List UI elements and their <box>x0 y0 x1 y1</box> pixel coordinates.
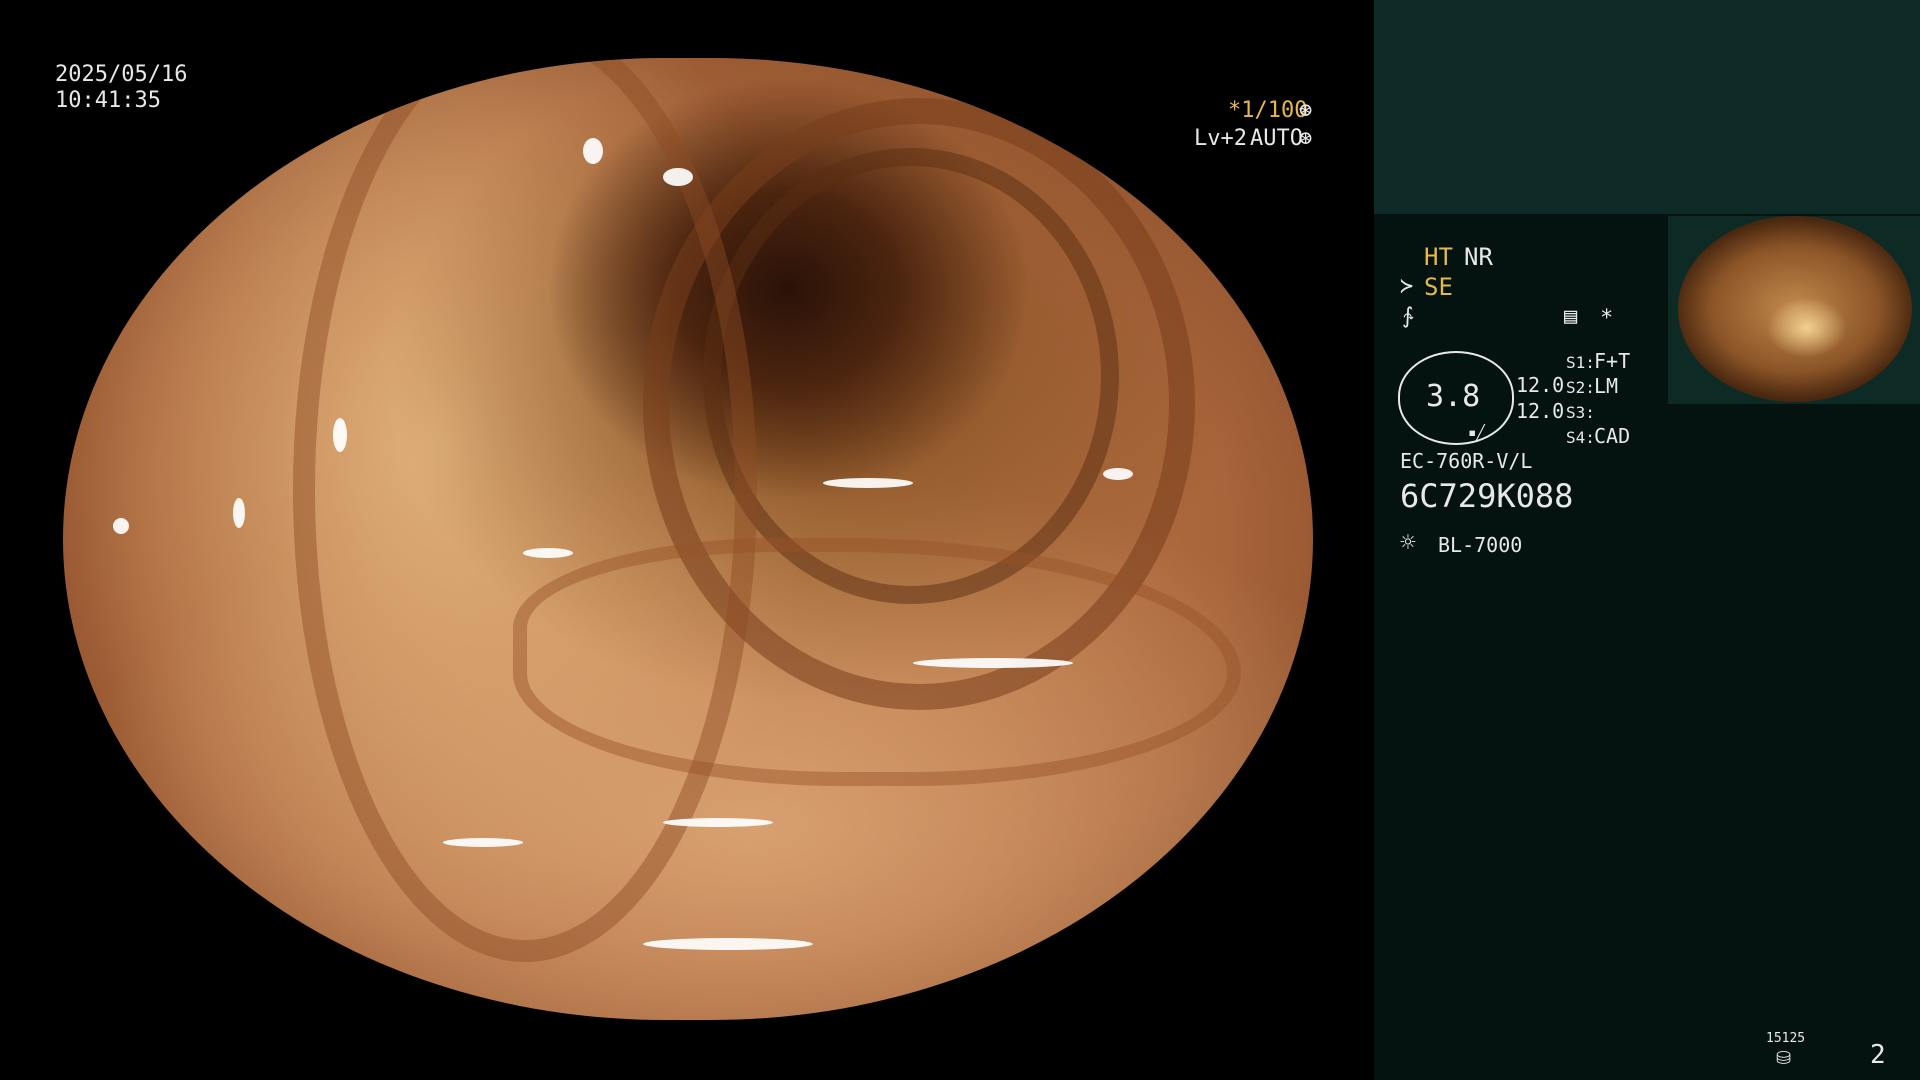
counter-label: 15125 <box>1766 1031 1806 1046</box>
panel-header <box>1374 0 1920 214</box>
scope-serial: 6C729K088 <box>1400 477 1574 515</box>
enhancement-icon: ≻ <box>1400 274 1414 299</box>
specular-highlight <box>663 168 693 186</box>
gauge-value: 3.8 <box>1426 379 1481 414</box>
s4-value: CAD <box>1594 424 1631 448</box>
value-1: 12.0 <box>1516 373 1565 397</box>
specular-highlight <box>1103 468 1133 480</box>
sun-icon: ☼ <box>1400 528 1416 558</box>
specular-highlight <box>333 418 347 452</box>
specular-highlight <box>913 658 1073 668</box>
time-label: 10:41:35 <box>55 88 161 113</box>
s2-key: S2: <box>1566 378 1595 397</box>
light-source: BL-7000 <box>1438 533 1523 557</box>
se-label: SE <box>1424 273 1453 301</box>
specular-highlight <box>523 548 573 558</box>
level-label: Lv+2 <box>1194 126 1247 151</box>
thumbnail-image <box>1678 216 1912 402</box>
nr-label: NR <box>1464 243 1493 271</box>
specular-highlight <box>663 818 773 827</box>
auto-label: AUTO <box>1250 126 1303 151</box>
ht-label: HT <box>1424 243 1453 271</box>
specular-highlight <box>823 478 913 488</box>
date-label: 2025/05/16 <box>55 62 188 87</box>
capture-thumbnail[interactable] <box>1668 216 1920 404</box>
s1-value: F+T <box>1594 349 1631 373</box>
specular-highlight <box>583 138 603 164</box>
shutter-label: *1/100 <box>1228 98 1308 123</box>
value-2: 12.0 <box>1516 399 1565 423</box>
gauge-needle-icon: ▪╱ <box>1468 425 1485 441</box>
aperture-icon: ⊛ <box>1299 126 1313 151</box>
image-adjust-icon: ▤ <box>1564 304 1578 329</box>
specular-highlight <box>643 938 813 950</box>
disk-icon: ⛁ <box>1776 1048 1792 1069</box>
page-number: 2 <box>1870 1040 1886 1070</box>
aperture-icon: ⊛ <box>1299 98 1313 123</box>
s1-key: S1: <box>1566 353 1595 372</box>
endoscope-view <box>63 58 1313 1020</box>
mucosal-fold <box>703 148 1119 604</box>
specular-highlight <box>233 498 245 528</box>
specular-highlight <box>113 518 129 534</box>
mucosal-fold <box>293 58 757 962</box>
waveform-icon: ∱ <box>1402 304 1414 329</box>
s4-key: S4: <box>1566 428 1595 447</box>
specular-highlight <box>443 838 523 847</box>
s3-key: S3: <box>1566 403 1595 422</box>
scope-model: EC-760R-V/L <box>1400 449 1533 473</box>
s2-value: LM <box>1594 374 1619 398</box>
asterisk-icon: * <box>1600 306 1614 331</box>
